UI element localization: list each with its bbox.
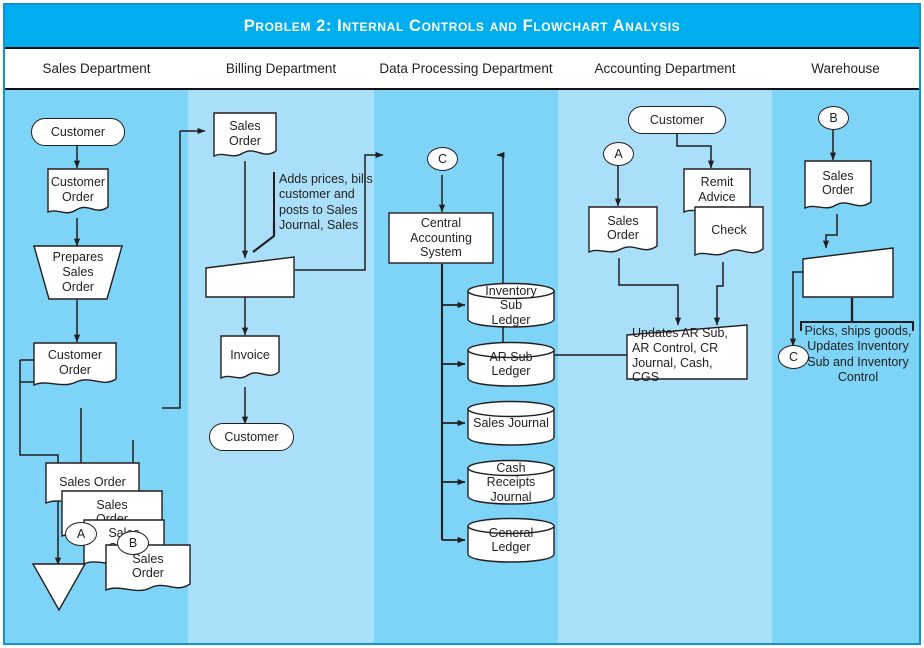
accounting-remit-advice-label: Remit Advice (698, 175, 736, 204)
billing-invoice-document[interactable]: Invoice (220, 335, 280, 383)
sales-file-triangle[interactable] (32, 563, 86, 611)
store-sales-journal[interactable]: Sales Journal (467, 400, 555, 446)
warehouse-process-label (802, 247, 894, 298)
page-title: Problem 2: Internal Controls and Flowcha… (243, 16, 681, 35)
warehouse-sales-order-label: Sales Order (822, 168, 854, 198)
store-inventory-sub-ledger-label: Inventory Sub Ledger (485, 283, 537, 327)
store-cash-receipts-journal-label: Cash Receipts Journal (486, 460, 536, 504)
billing-process-label (205, 256, 295, 298)
accounting-updates-process[interactable]: Updates AR Sub, AR Control, CR Journal, … (626, 324, 748, 385)
accounting-connector-a-label: A (614, 147, 623, 161)
accounting-sales-order-document[interactable]: Sales Order (588, 206, 658, 258)
billing-sales-order-document[interactable]: Sales Order (213, 112, 277, 162)
sales-offpage-connector-b[interactable]: B (117, 531, 149, 555)
warehouse-onpage-connector-b[interactable]: B (818, 106, 849, 130)
warehouse-offpage-connector-c[interactable]: C (778, 345, 809, 369)
warehouse-connector-b-label: B (829, 111, 838, 125)
accounting-check-label: Check (711, 222, 747, 237)
sales-offpage-connector-a[interactable]: A (65, 522, 97, 546)
accounting-onpage-connector-a[interactable]: A (603, 142, 634, 166)
flowchart-page: Problem 2: Internal Controls and Flowcha… (0, 0, 924, 648)
sales-stack-doc-5[interactable]: Sales Order (105, 544, 191, 596)
warehouse-annotation: Picks, ships goods, Updates Inventory Su… (804, 324, 912, 384)
title-bar: Problem 2: Internal Controls and Flowcha… (5, 5, 919, 47)
sales-connector-b-label: B (128, 536, 138, 550)
sales-stack-doc-1-label: Customer Order (47, 348, 103, 377)
store-cash-receipts-journal[interactable]: Cash Receipts Journal (467, 459, 555, 505)
sales-stack-doc-5-label: Sales Order (132, 551, 164, 581)
accounting-sales-order-label: Sales Order (607, 213, 639, 243)
sales-customer-label: Customer (50, 125, 106, 139)
dataproc-connector-c-label: C (437, 152, 448, 166)
store-ar-sub-ledger-label: AR Sub Ledger (489, 349, 533, 379)
warehouse-process-box[interactable] (802, 247, 894, 298)
central-accounting-system-process[interactable]: Central Accounting System (388, 212, 494, 264)
column-header-warehouse: Warehouse (811, 61, 880, 76)
sales-customer-order-document[interactable]: Customer Order (47, 168, 109, 218)
sales-customer-terminator[interactable]: Customer (31, 118, 125, 146)
sales-customer-order-label: Customer Order (50, 175, 106, 204)
billing-annotation: Adds prices, bills customer and posts to… (273, 172, 379, 233)
billing-invoice-label: Invoice (230, 348, 270, 363)
sales-prepares-label: Prepares Sales Order (52, 250, 104, 294)
store-inventory-sub-ledger[interactable]: Inventory Sub Ledger (467, 282, 555, 328)
column-header-billing: Billing Department (225, 61, 337, 76)
column-header-accounting: Accounting Department (594, 61, 736, 76)
store-ar-sub-ledger[interactable]: AR Sub Ledger (467, 341, 555, 387)
billing-customer-terminator[interactable]: Customer (209, 423, 294, 451)
column-header-sales: Sales Department (42, 61, 151, 76)
billing-sales-order-label: Sales Order (229, 119, 261, 148)
sales-stack-doc-1[interactable]: Customer Order (33, 342, 117, 390)
store-general-ledger-label: General Ledger (488, 525, 534, 555)
accounting-updates-label: Updates AR Sub, AR Control, CR Journal, … (632, 326, 728, 385)
column-header-row: Sales Department Billing Department Data… (5, 47, 919, 90)
column-header-dataproc: Data Processing Department (379, 61, 553, 76)
accounting-customer-terminator[interactable]: Customer (628, 106, 726, 134)
sales-prepares-manual-operation[interactable]: Prepares Sales Order (33, 245, 123, 300)
accounting-customer-label: Customer (649, 113, 705, 127)
warehouse-connector-c-label: C (788, 350, 799, 364)
billing-customer-label: Customer (224, 430, 279, 444)
accounting-check-document[interactable]: Check (694, 206, 764, 262)
store-sales-journal-label: Sales Journal (473, 416, 549, 431)
dataproc-onpage-connector-c[interactable]: C (427, 147, 458, 171)
store-general-ledger[interactable]: General Ledger (467, 517, 555, 563)
sales-connector-a-label: A (76, 527, 86, 541)
swimlane-area: Customer Customer Order Prepares Sales Orde… (5, 90, 919, 643)
warehouse-sales-order-document[interactable]: Sales Order (804, 160, 872, 214)
central-accounting-system-label: Central Accounting System (410, 215, 472, 260)
billing-process-box[interactable] (205, 256, 295, 298)
